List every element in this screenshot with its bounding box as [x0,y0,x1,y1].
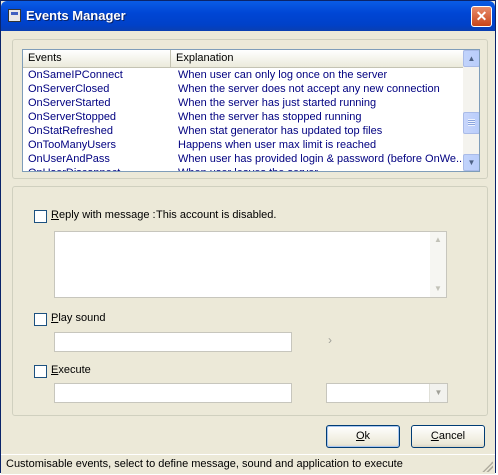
textarea-scroll-down-icon[interactable]: ▼ [430,281,446,297]
event-explanation: Happens when user max limit is reached [178,139,377,151]
event-explanation: When the server has stopped running [178,111,362,123]
resize-grip-icon[interactable] [482,461,493,472]
column-header-events[interactable]: Events [23,50,171,67]
table-row[interactable]: OnServerStopped When the server has stopp… [23,110,463,124]
execute-label[interactable]: Execute [51,364,91,376]
chevron-down-icon[interactable]: ▼ [429,384,447,402]
table-row[interactable]: OnServerStarted When the server has just … [23,96,463,110]
events-rows: OnSameIPConnect When user can only log on… [23,68,463,171]
event-explanation: When stat generator has updated top file… [178,125,383,137]
browse-sound-icon[interactable]: › [328,333,332,347]
events-group: Events Explanation OnSameIPConnect When u… [12,39,488,179]
execute-checkbox[interactable] [34,365,47,378]
sound-file-input[interactable] [54,332,292,352]
reply-label-text: eply with message : [58,209,156,221]
cancel-accel: C [430,430,439,442]
ok-text: k [364,430,371,442]
event-name: OnServerStarted [28,97,111,109]
ok-button[interactable]: Ok [326,425,400,448]
scroll-thumb[interactable] [463,112,479,134]
events-list-scrollbar[interactable]: ▲ ▼ [463,50,479,171]
table-row[interactable]: OnServerClosed When the server does not a… [23,82,463,96]
reply-checkbox[interactable] [34,210,47,223]
app-icon [8,9,21,22]
event-name: OnServerStopped [28,111,117,123]
event-explanation: When user has provided login & password … [178,153,463,165]
execute-path-input[interactable] [54,383,292,403]
execute-text: xecute [58,364,91,376]
status-bar: Customisable events, select to define me… [1,454,495,474]
events-list-header: Events Explanation [23,50,463,68]
cancel-button[interactable]: Cancel [411,425,485,448]
event-name: OnTooManyUsers [28,139,117,151]
event-name: OnSameIPConnect [28,69,123,81]
scroll-down-icon[interactable]: ▼ [463,154,479,171]
event-explanation: When the server does not accept any new … [178,83,440,95]
table-row[interactable]: OnUserDisconnect When user leaves the ser… [23,166,463,171]
event-explanation: When user can only log once on the serve… [178,69,388,81]
event-explanation: When user leaves the server [178,166,318,171]
play-sound-text: lay sound [58,312,106,324]
close-button[interactable]: ✕ [471,6,492,27]
event-name: OnUserAndPass [28,153,110,165]
table-row[interactable]: OnUserAndPass When user has provided logi… [23,152,463,166]
textarea-scrollbar[interactable]: ▲ ▼ [430,232,446,297]
status-text: Customisable events, select to define me… [6,458,403,470]
execute-mode-select[interactable]: ▼ [326,383,448,403]
scroll-up-icon[interactable]: ▲ [463,50,479,67]
reply-label-accel: R [51,209,59,221]
play-sound-label[interactable]: Play sound [51,312,105,324]
events-manager-window: Events Manager ✕ Events Explanation OnSa… [0,0,496,474]
window-title: Events Manager [26,8,126,23]
event-name: OnServerClosed [28,83,110,95]
event-name: OnUserDisconnect [28,166,120,171]
cancel-text: ancel [438,430,466,442]
event-name: OnStatRefreshed [28,125,113,137]
ok-accel: O [355,430,365,442]
reply-message: This account is disabled. [156,209,277,221]
title-bar[interactable]: Events Manager ✕ [1,1,495,31]
reply-label[interactable]: Reply with message : [51,209,156,221]
table-row[interactable]: OnTooManyUsers Happens when user max limi… [23,138,463,152]
textarea-scroll-up-icon[interactable]: ▲ [430,232,446,248]
dialog-body: Events Explanation OnSameIPConnect When u… [4,31,492,471]
actions-group: Reply with message : This account is dis… [12,186,488,416]
table-row[interactable]: OnStatRefreshed When stat generator has u… [23,124,463,138]
event-explanation: When the server has just started running [178,97,377,109]
play-sound-checkbox[interactable] [34,313,47,326]
column-header-explanation[interactable]: Explanation [171,50,463,67]
events-list[interactable]: Events Explanation OnSameIPConnect When u… [22,49,480,172]
table-row[interactable]: OnSameIPConnect When user can only log on… [23,68,463,82]
reply-message-textarea[interactable]: ▲ ▼ [54,231,447,298]
